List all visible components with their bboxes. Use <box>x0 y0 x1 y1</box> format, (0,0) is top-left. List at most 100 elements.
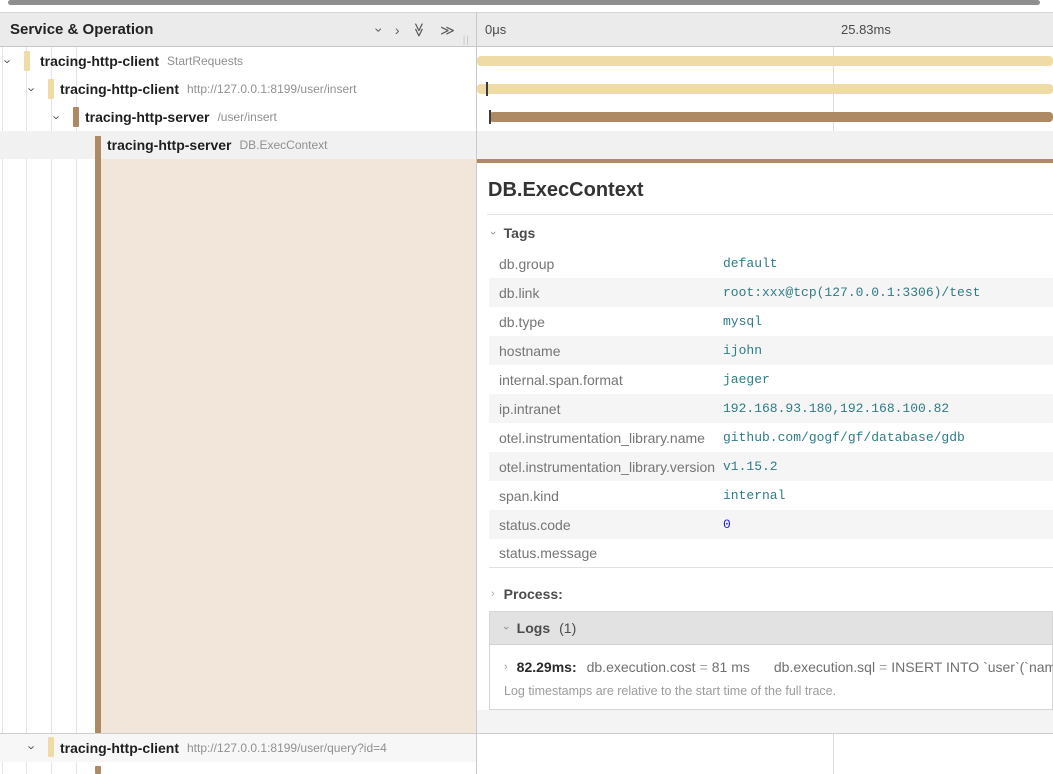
span-row-user-insert-server[interactable]: › tracing-http-server /user/insert <box>0 103 1053 131</box>
span-duration-bar[interactable] <box>477 56 1053 66</box>
tag-key: db.group <box>489 256 723 272</box>
tags-section-label: Tags <box>504 225 536 241</box>
tag-row: internal.span.format jaeger <box>489 365 1053 394</box>
span-duration-bar[interactable] <box>477 84 1053 94</box>
span-service-name: tracing-http-client <box>60 81 179 97</box>
equals-sign: = <box>696 659 712 675</box>
tag-row: hostname ijohn <box>489 336 1053 365</box>
span-operation-name: DB.ExecContext <box>239 138 327 152</box>
span-boundary-tick <box>486 82 488 96</box>
span-duration-bar[interactable] <box>489 112 1053 122</box>
logs-section-toggle[interactable]: › Logs (1) <box>490 612 1052 645</box>
tags-section-toggle[interactable]: › Tags <box>491 225 535 241</box>
tag-value: jaeger <box>723 372 770 387</box>
detail-row-tint <box>101 159 476 733</box>
trace-minimap-track <box>0 0 1053 12</box>
tag-row: span.kind internal <box>489 481 1053 510</box>
span-row-db-exec-context[interactable]: tracing-http-server DB.ExecContext <box>0 131 1053 159</box>
process-section-toggle[interactable]: › Process: <box>491 586 563 602</box>
tag-key: hostname <box>489 343 723 359</box>
span-detail-panel: DB.ExecContext › Tags db.group default d… <box>477 159 1053 733</box>
log-field-value: 81 ms <box>712 659 750 675</box>
logs-section-label: Logs <box>517 620 550 636</box>
span-row-partial[interactable] <box>0 761 1053 774</box>
expand-all-icon[interactable]: ≫ <box>440 23 455 37</box>
chevron-down-icon[interactable]: › <box>1 59 16 63</box>
divider <box>487 214 1053 215</box>
span-operation-name: /user/insert <box>217 110 276 124</box>
timeline-header: Service & Operation › › ≫ ≫ || 0μs 25.83… <box>0 12 1053 47</box>
chevron-right-icon: › <box>504 661 508 673</box>
span-operation-name: http://127.0.0.1:8199/user/insert <box>187 82 356 96</box>
equals-sign: = <box>875 659 891 675</box>
span-boundary-tick <box>489 110 491 124</box>
chevron-right-icon: › <box>491 588 495 600</box>
tag-row: db.group default <box>489 249 1053 278</box>
chevron-down-icon[interactable]: › <box>25 87 40 91</box>
span-color-bar <box>48 79 54 99</box>
service-operation-title: Service & Operation <box>0 21 153 38</box>
span-color-top-border <box>477 159 1053 163</box>
log-field-value: INSERT INTO `user`(`name` <box>891 659 1053 675</box>
collapse-all-icon[interactable]: ≫ <box>413 22 427 37</box>
chevron-down-icon[interactable]: › <box>25 745 40 749</box>
tag-key: otel.instrumentation_library.name <box>489 430 723 446</box>
span-color-bar <box>73 107 79 127</box>
tag-key: db.type <box>489 314 723 330</box>
tag-key: db.link <box>489 285 723 301</box>
span-service-name: tracing-http-client <box>40 53 159 69</box>
column-divider[interactable] <box>476 12 477 774</box>
tags-table: db.group default db.link root:xxx@tcp(12… <box>489 249 1053 568</box>
tag-key: status.code <box>489 517 723 533</box>
tag-value: github.com/gogf/gf/database/gdb <box>723 430 965 445</box>
trace-minimap-scrubber[interactable] <box>8 0 1040 5</box>
tag-value: internal <box>723 488 785 503</box>
expand-one-icon[interactable]: › <box>395 23 400 37</box>
collapse-one-icon[interactable]: › <box>372 27 386 32</box>
tag-row: db.type mysql <box>489 307 1053 336</box>
chevron-down-icon[interactable]: › <box>50 115 65 119</box>
span-color-bar <box>24 51 30 71</box>
span-service-name: tracing-http-server <box>85 109 209 125</box>
span-row-user-insert-client[interactable]: › tracing-http-client http://127.0.0.1:8… <box>0 75 1053 103</box>
logs-section: › Logs (1) › 82.29ms: db.execution.cost=… <box>489 611 1053 710</box>
tag-key: status.message <box>489 545 723 561</box>
tag-value: 0 <box>723 517 731 532</box>
log-hint-text: Log timestamps are relative to the start… <box>504 684 1052 698</box>
tag-key: internal.span.format <box>489 372 723 388</box>
span-row-user-query-client[interactable]: › tracing-http-client http://127.0.0.1:8… <box>0 733 1053 761</box>
span-color-bar <box>95 766 101 774</box>
chevron-down-icon: › <box>500 626 512 630</box>
tag-value: default <box>723 256 778 271</box>
trace-timeline-view: Service & Operation › › ≫ ≫ || 0μs 25.83… <box>0 0 1053 774</box>
span-service-name: tracing-http-client <box>60 740 179 756</box>
tag-row: status.message <box>489 539 1053 568</box>
span-service-name: tracing-http-server <box>107 137 231 153</box>
log-timestamp: 82.29ms: <box>517 659 577 675</box>
tag-value: v1.15.2 <box>723 459 778 474</box>
logs-count: (1) <box>559 620 576 636</box>
detail-panel-title: DB.ExecContext <box>488 179 644 202</box>
chevron-down-icon: › <box>487 231 499 235</box>
tag-value: 192.168.93.180,192.168.100.82 <box>723 401 949 416</box>
tag-row: db.link root:xxx@tcp(127.0.0.1:3306)/tes… <box>489 278 1053 307</box>
tag-key: span.kind <box>489 488 723 504</box>
selected-span-accent-bar <box>95 136 101 733</box>
ruler-tick-1: 25.83ms <box>841 13 891 46</box>
tag-value: mysql <box>723 314 762 329</box>
log-entry-toggle[interactable]: › 82.29ms: db.execution.cost=81 ms db.ex… <box>504 658 1052 675</box>
tag-row: ip.intranet 192.168.93.180,192.168.100.8… <box>489 394 1053 423</box>
tag-row: otel.instrumentation_library.name github… <box>489 423 1053 452</box>
service-operation-header: Service & Operation › › ≫ ≫ || <box>0 13 476 46</box>
process-section-label: Process: <box>504 586 563 602</box>
ruler-tick-0: 0μs <box>485 13 506 46</box>
tag-value: root:xxx@tcp(127.0.0.1:3306)/test <box>723 285 980 300</box>
span-color-bar <box>48 737 54 757</box>
log-field-key: db.execution.cost <box>587 659 696 675</box>
tag-key: ip.intranet <box>489 401 723 417</box>
tag-value: ijohn <box>723 343 762 358</box>
tag-key: otel.instrumentation_library.version <box>489 459 723 475</box>
span-row-start-requests[interactable]: › tracing-http-client StartRequests <box>0 47 1053 75</box>
tag-row: otel.instrumentation_library.version v1.… <box>489 452 1053 481</box>
column-resizer-icon[interactable]: || <box>463 25 476 46</box>
